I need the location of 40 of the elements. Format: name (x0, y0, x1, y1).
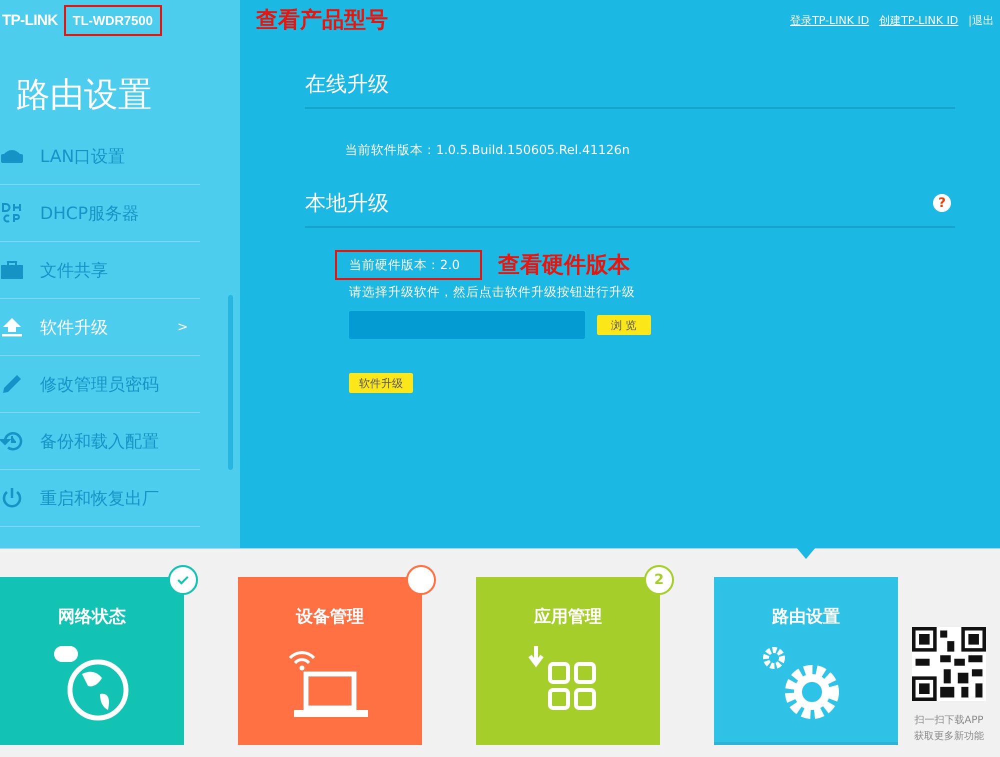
section-title: 在线升级 (305, 71, 389, 98)
nav-tile[interactable]: 网络状态 (0, 577, 184, 745)
qr-code-icon (912, 627, 986, 701)
sidebar-item[interactable]: 软件升级 > (0, 299, 200, 356)
upgrade-button[interactable]: 软件升级 (349, 373, 413, 393)
browse-button[interactable]: 浏 览 (597, 315, 650, 335)
dhcp-icon (0, 201, 24, 225)
annotation-text: 查看硬件版本 (498, 252, 630, 280)
help-button[interactable]: ? (933, 194, 951, 212)
power-icon (0, 486, 24, 510)
software-version: 当前软件版本：1.0.5.Build.150605.Rel.41126n (345, 142, 630, 159)
upgrade-hint: 请选择升级软件，然后点击软件升级按钮进行升级 (349, 284, 635, 301)
sidebar-item[interactable]: 修改管理员密码 (0, 356, 200, 413)
header-link[interactable]: 登录TP-LINK ID (790, 12, 870, 28)
sidebar-item[interactable]: 重启和恢复出厂 (0, 470, 200, 527)
sidebar-item[interactable]: DHCP服务器 (0, 185, 200, 242)
qr-caption: 扫一扫下载APP (914, 714, 984, 727)
header-link[interactable]: |退出 (968, 12, 994, 28)
count-badge: 2 (644, 565, 674, 595)
annotation-text: 查看产品型号 (256, 7, 388, 35)
qr-caption: 获取更多新功能 (914, 730, 984, 743)
status-badge-icon (406, 565, 436, 595)
nav-tile[interactable]: 设备管理 (238, 577, 422, 745)
sidebar-item[interactable]: LAN口设置 (0, 128, 200, 185)
pencil-icon (0, 372, 24, 396)
upload-icon (0, 315, 24, 339)
hardware-version: 当前硬件版本：2.0 (335, 250, 482, 280)
file-path-field[interactable] (349, 311, 585, 339)
briefcase-icon (0, 258, 24, 282)
section-title: 本地升级 (305, 190, 389, 217)
header-link[interactable]: 创建TP-LINK ID (879, 12, 958, 28)
sidebar-item[interactable]: 文件共享 (0, 242, 200, 299)
sidebar-title: 路由设置 (15, 74, 153, 117)
history-icon (0, 429, 24, 453)
nav-tile[interactable]: 路由设置 (714, 577, 898, 745)
scrollbar[interactable] (228, 295, 233, 470)
check-badge-icon (168, 565, 198, 595)
model-label: TL-WDR7500 (64, 4, 162, 36)
sidebar-item[interactable]: 备份和载入配置 (0, 413, 200, 470)
brand-logo: TP-LINK (2, 12, 58, 28)
